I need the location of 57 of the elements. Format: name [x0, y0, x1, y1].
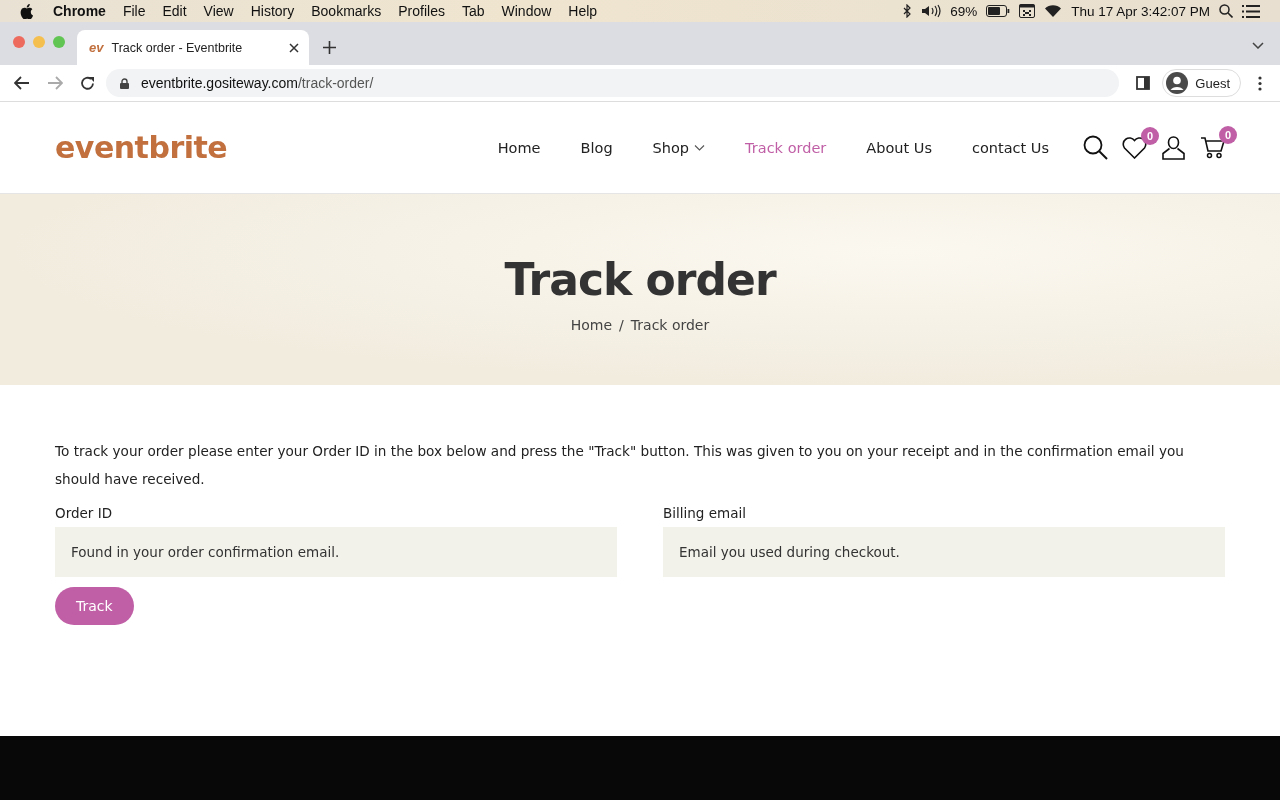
chevron-down-icon[interactable] — [1252, 42, 1264, 49]
apple-logo-icon[interactable] — [20, 3, 33, 19]
menu-item[interactable]: Tab — [461, 3, 485, 19]
wifi-icon[interactable] — [1044, 4, 1063, 18]
browser-tab[interactable]: ev Track order - Eventbrite — [77, 30, 309, 65]
breadcrumb-current: Track order — [630, 317, 710, 333]
menu-item[interactable]: File — [122, 3, 146, 19]
nav-link[interactable]: About Us — [866, 139, 932, 156]
breadcrumb-separator: / — [619, 317, 624, 333]
heart-icon[interactable] — [1122, 136, 1147, 159]
track-button[interactable]: Track — [55, 587, 134, 625]
menu-item[interactable]: View — [203, 3, 234, 19]
cart-count-badge: 0 — [1219, 126, 1237, 144]
side-panel-icon[interactable] — [1136, 76, 1151, 90]
menu-item[interactable]: Help — [568, 3, 598, 19]
nav-link[interactable]: Track order — [745, 139, 827, 156]
more-vertical-icon[interactable] — [1258, 75, 1262, 91]
wishlist-count-badge: 0 — [1141, 126, 1159, 145]
input-field[interactable]: Email you used during checkout. — [663, 527, 1225, 577]
app-menu[interactable]: Chrome — [53, 3, 106, 19]
lock-icon — [120, 77, 129, 89]
menu-item[interactable]: Window — [501, 3, 552, 19]
url-text: eventbrite.gositeway.com/track-order/ — [141, 75, 374, 91]
menu-item[interactable]: Bookmarks — [311, 3, 382, 19]
person-icon — [1166, 72, 1189, 94]
breadcrumb-link[interactable]: Home — [570, 317, 613, 333]
list-icon[interactable] — [1242, 4, 1260, 18]
site-logo[interactable]: eventbrite — [55, 130, 228, 165]
address-bar[interactable]: eventbrite.gositeway.com/track-order/ — [106, 69, 1120, 97]
volume-icon[interactable] — [921, 4, 942, 18]
nav-link[interactable]: Home — [497, 139, 541, 156]
user-icon[interactable] — [1161, 135, 1186, 160]
instructions-text: To track your order please enter your Order ID in the box below and press the "Track" button. This was given to you on your receipt and in the confirmation email you should have received. — [55, 442, 1185, 489]
battery-percent: 69% — [950, 3, 978, 19]
menu-item[interactable]: Profiles — [398, 3, 445, 19]
input-field[interactable]: Found in your order confirmation email. — [55, 527, 617, 577]
page-title: Track order — [504, 254, 776, 305]
nav-link[interactable]: Blog — [580, 139, 613, 156]
battery-icon[interactable] — [986, 5, 1011, 17]
tab-title: Track order - Eventbrite — [111, 40, 244, 55]
field-label: Order ID — [55, 505, 114, 521]
tab-favicon: ev — [89, 40, 104, 55]
reload-icon[interactable] — [80, 75, 95, 91]
close-icon[interactable] — [289, 42, 299, 53]
search-icon[interactable] — [1219, 4, 1233, 18]
nav-link[interactable]: Shop — [652, 139, 706, 156]
clock: Thu 17 Apr 3:42:07 PM — [1071, 3, 1210, 19]
field-label: Billing email — [663, 505, 747, 521]
bluetooth-icon[interactable] — [903, 4, 913, 18]
nav-link[interactable]: contact Us — [971, 139, 1049, 156]
cart-icon[interactable] — [1200, 136, 1225, 159]
menu-item[interactable]: Edit — [162, 3, 187, 19]
back-arrow-icon[interactable] — [14, 76, 30, 90]
search-icon[interactable] — [1083, 135, 1108, 160]
menu-item[interactable]: History — [250, 3, 295, 19]
keyboard-shortcut-icon[interactable] — [1019, 4, 1036, 18]
new-tab-icon[interactable] — [323, 41, 336, 54]
